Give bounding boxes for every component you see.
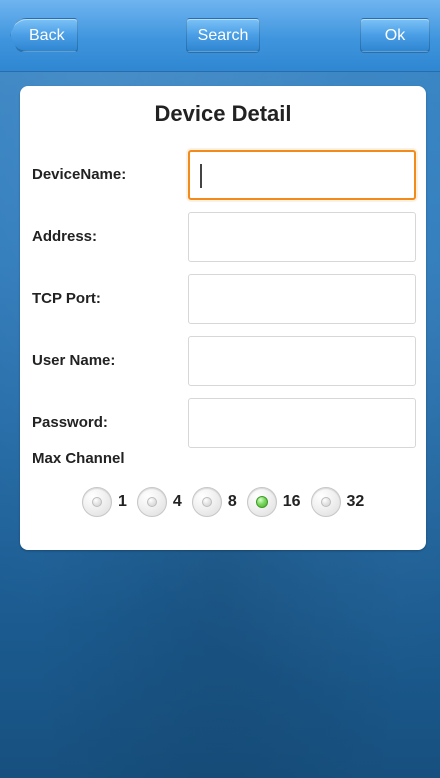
max-channel-option-label: 8 bbox=[227, 493, 237, 510]
max-channel-option-label: 32 bbox=[346, 493, 365, 510]
back-button[interactable]: Back bbox=[10, 18, 78, 52]
device-name-row: DeviceName: bbox=[32, 148, 416, 202]
ok-button-label: Ok bbox=[384, 27, 406, 44]
radio-dot bbox=[255, 496, 268, 508]
radio-button[interactable] bbox=[136, 487, 167, 517]
password-input[interactable] bbox=[188, 398, 416, 448]
device-name-label: DeviceName: bbox=[32, 166, 127, 183]
max-channel-option-1[interactable]: 1 bbox=[82, 487, 127, 517]
radio-dot bbox=[201, 497, 212, 507]
device-detail-card: Device Detail DeviceName: Address: TCP P… bbox=[20, 86, 426, 550]
max-channel-option-label: 4 bbox=[172, 493, 182, 510]
back-button-label: Back bbox=[29, 27, 65, 44]
user-name-row: User Name: bbox=[32, 334, 416, 388]
search-button[interactable]: Search bbox=[186, 18, 260, 52]
address-label: Address: bbox=[32, 228, 98, 245]
max-channel-option-32[interactable]: 32 bbox=[310, 487, 365, 517]
password-label: Password: bbox=[32, 414, 108, 431]
max-channel-option-label: 16 bbox=[282, 493, 301, 510]
ok-button[interactable]: Ok bbox=[360, 18, 430, 52]
top-app-bar: Back Search Ok bbox=[0, 0, 440, 72]
max-channel-option-4[interactable]: 4 bbox=[136, 487, 182, 517]
user-name-label: User Name: bbox=[32, 352, 116, 369]
address-input[interactable] bbox=[188, 212, 416, 262]
password-row: Password: bbox=[32, 396, 416, 450]
tcp-port-input[interactable] bbox=[188, 274, 416, 324]
radio-dot bbox=[320, 497, 331, 507]
radio-button[interactable] bbox=[82, 487, 112, 517]
device-name-input[interactable] bbox=[188, 150, 416, 200]
radio-button[interactable] bbox=[246, 487, 277, 517]
address-row: Address: bbox=[32, 210, 416, 264]
radio-button[interactable] bbox=[310, 487, 341, 517]
max-channel-option-8[interactable]: 8 bbox=[191, 487, 237, 517]
max-channel-label: Max Channel bbox=[32, 450, 125, 467]
tcp-port-row: TCP Port: bbox=[32, 272, 416, 326]
tcp-port-label: TCP Port: bbox=[32, 290, 101, 307]
max-channel-radio-group: 1 4 8 16 32 bbox=[82, 480, 364, 524]
user-name-input[interactable] bbox=[188, 336, 416, 386]
text-caret bbox=[200, 164, 202, 188]
max-channel-option-16[interactable]: 16 bbox=[246, 487, 301, 517]
device-detail-title: Device Detail bbox=[154, 101, 292, 126]
search-button-label: Search bbox=[197, 27, 249, 44]
radio-dot bbox=[146, 497, 157, 507]
radio-dot bbox=[92, 497, 102, 507]
max-channel-option-label: 1 bbox=[118, 493, 127, 510]
radio-button[interactable] bbox=[191, 487, 222, 517]
